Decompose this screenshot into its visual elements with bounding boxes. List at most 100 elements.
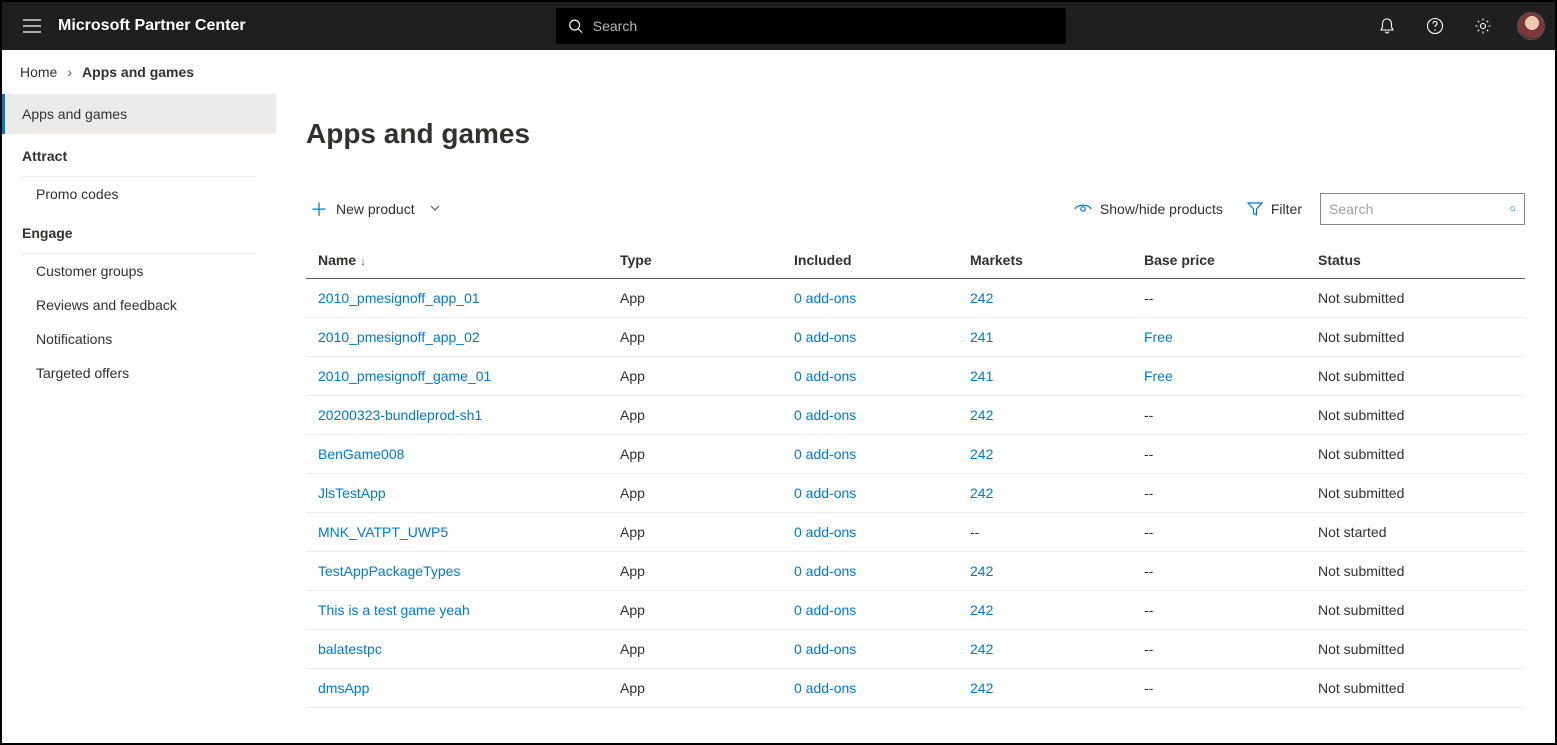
cell-text: --: [1144, 680, 1153, 696]
sidebar-item-customer-groups[interactable]: Customer groups: [2, 254, 276, 288]
column-markets[interactable]: Markets: [958, 242, 1132, 279]
cell-text: App: [620, 446, 645, 462]
page-title: Apps and games: [306, 118, 1525, 150]
cell-link[interactable]: 242: [970, 290, 993, 306]
new-product-label: New product: [336, 201, 415, 217]
notifications-icon[interactable]: [1367, 6, 1407, 46]
cell-link[interactable]: 2010_pmesignoff_app_01: [318, 290, 480, 306]
cell-link[interactable]: BenGame008: [318, 446, 404, 462]
sidebar: Apps and games Attract Promo codes Engag…: [2, 94, 276, 743]
cell-text: --: [1144, 407, 1153, 423]
sidebar-item-promo-codes[interactable]: Promo codes: [2, 177, 276, 211]
cell-text: Not submitted: [1318, 680, 1404, 696]
table-row: dmsAppApp0 add-ons242--Not submitted: [306, 669, 1525, 708]
column-name[interactable]: Name↓: [306, 242, 608, 279]
sidebar-item-notifications[interactable]: Notifications: [2, 322, 276, 356]
cell-link[interactable]: 0 add-ons: [794, 290, 856, 306]
cell-link[interactable]: 0 add-ons: [794, 602, 856, 618]
table-search[interactable]: [1320, 193, 1525, 225]
global-search[interactable]: [556, 8, 1066, 44]
cell-link[interactable]: 241: [970, 329, 993, 345]
breadcrumb-current: Apps and games: [82, 64, 194, 80]
cell-text: --: [1144, 446, 1153, 462]
show-hide-products-button[interactable]: Show/hide products: [1074, 201, 1223, 217]
cell-link[interactable]: 0 add-ons: [794, 407, 856, 423]
chevron-right-icon: ›: [67, 64, 72, 80]
plus-icon: ＋: [310, 196, 328, 222]
cell-link[interactable]: 242: [970, 446, 993, 462]
cell-link[interactable]: 0 add-ons: [794, 446, 856, 462]
cell-link[interactable]: This is a test game yeah: [318, 602, 470, 618]
table-row: JlsTestAppApp0 add-ons242--Not submitted: [306, 474, 1525, 513]
avatar[interactable]: [1517, 12, 1545, 40]
table-search-input[interactable]: [1329, 201, 1510, 217]
cell-link[interactable]: 0 add-ons: [794, 641, 856, 657]
cell-link[interactable]: 0 add-ons: [794, 329, 856, 345]
sort-down-icon: ↓: [360, 254, 366, 268]
main-content: Apps and games ＋ New product Show/hide p…: [276, 94, 1555, 743]
hamburger-icon[interactable]: [12, 6, 52, 46]
table-row: This is a test game yeahApp0 add-ons242-…: [306, 591, 1525, 630]
eye-icon: [1074, 202, 1092, 216]
show-hide-label: Show/hide products: [1100, 201, 1223, 217]
cell-text: Not submitted: [1318, 641, 1404, 657]
cell-text: App: [620, 563, 645, 579]
sidebar-item-reviews-feedback[interactable]: Reviews and feedback: [2, 288, 276, 322]
cell-link[interactable]: 242: [970, 602, 993, 618]
column-included[interactable]: Included: [782, 242, 958, 279]
cell-link[interactable]: 242: [970, 563, 993, 579]
cell-link[interactable]: Free: [1144, 368, 1173, 384]
column-base-price[interactable]: Base price: [1132, 242, 1306, 279]
cell-text: App: [620, 524, 645, 540]
search-icon: [1510, 201, 1516, 217]
cell-text: --: [1144, 290, 1153, 306]
sidebar-item-targeted-offers[interactable]: Targeted offers: [2, 356, 276, 390]
cell-link[interactable]: MNK_VATPT_UWP5: [318, 524, 448, 540]
column-status[interactable]: Status: [1306, 242, 1525, 279]
cell-text: Not submitted: [1318, 368, 1404, 384]
cell-link[interactable]: 0 add-ons: [794, 485, 856, 501]
help-icon[interactable]: [1415, 6, 1455, 46]
cell-link[interactable]: JlsTestApp: [318, 485, 386, 501]
cell-link[interactable]: 0 add-ons: [794, 680, 856, 696]
cell-link[interactable]: Free: [1144, 329, 1173, 345]
table-row: 2010_pmesignoff_app_01 App 0 add-ons 242 -- N…: [306, 279, 1525, 318]
cell-text: App: [620, 407, 645, 423]
settings-icon[interactable]: [1463, 6, 1503, 46]
table-row: balatestpcApp0 add-ons242--Not submitted: [306, 630, 1525, 669]
cell-text: Not submitted: [1318, 329, 1404, 345]
cell-link[interactable]: 242: [970, 407, 993, 423]
cell-link[interactable]: 0 add-ons: [794, 563, 856, 579]
cell-link[interactable]: 242: [970, 485, 993, 501]
cell-link[interactable]: balatestpc: [318, 641, 382, 657]
global-search-input[interactable]: [593, 18, 1054, 34]
cell-text: --: [1144, 485, 1153, 501]
filter-button[interactable]: Filter: [1247, 201, 1302, 217]
cell-link[interactable]: 2010_pmesignoff_app_02: [318, 329, 480, 345]
cell-text: App: [620, 290, 645, 306]
filter-label: Filter: [1271, 201, 1302, 217]
column-type[interactable]: Type: [608, 242, 782, 279]
brand-title[interactable]: Microsoft Partner Center: [58, 17, 246, 35]
table-row: 20200323-bundleprod-sh1 App 0 add-ons 242 --…: [306, 396, 1525, 435]
cell-link[interactable]: 2010_pmesignoff_game_01: [318, 368, 491, 384]
cell-text: --: [970, 524, 979, 540]
cell-link[interactable]: 242: [970, 680, 993, 696]
cell-link[interactable]: 20200323-bundleprod-sh1: [318, 407, 482, 423]
table-row: TestAppPackageTypesApp0 add-ons242--Not …: [306, 552, 1525, 591]
cell-text: App: [620, 602, 645, 618]
cell-link[interactable]: 0 add-ons: [794, 524, 856, 540]
chevron-down-icon: [429, 201, 441, 217]
table-row: BenGame008App0 add-ons242--Not submitted: [306, 435, 1525, 474]
sidebar-item-apps-and-games[interactable]: Apps and games: [2, 94, 276, 134]
cell-text: Not submitted: [1318, 290, 1404, 306]
cell-text: --: [1144, 524, 1153, 540]
cell-link[interactable]: 242: [970, 641, 993, 657]
cell-link[interactable]: TestAppPackageTypes: [318, 563, 460, 579]
cell-link[interactable]: 0 add-ons: [794, 368, 856, 384]
cell-text: Not submitted: [1318, 602, 1404, 618]
cell-link[interactable]: 241: [970, 368, 993, 384]
breadcrumb-home[interactable]: Home: [20, 64, 57, 80]
new-product-button[interactable]: ＋ New product: [306, 190, 445, 228]
cell-link[interactable]: dmsApp: [318, 680, 369, 696]
